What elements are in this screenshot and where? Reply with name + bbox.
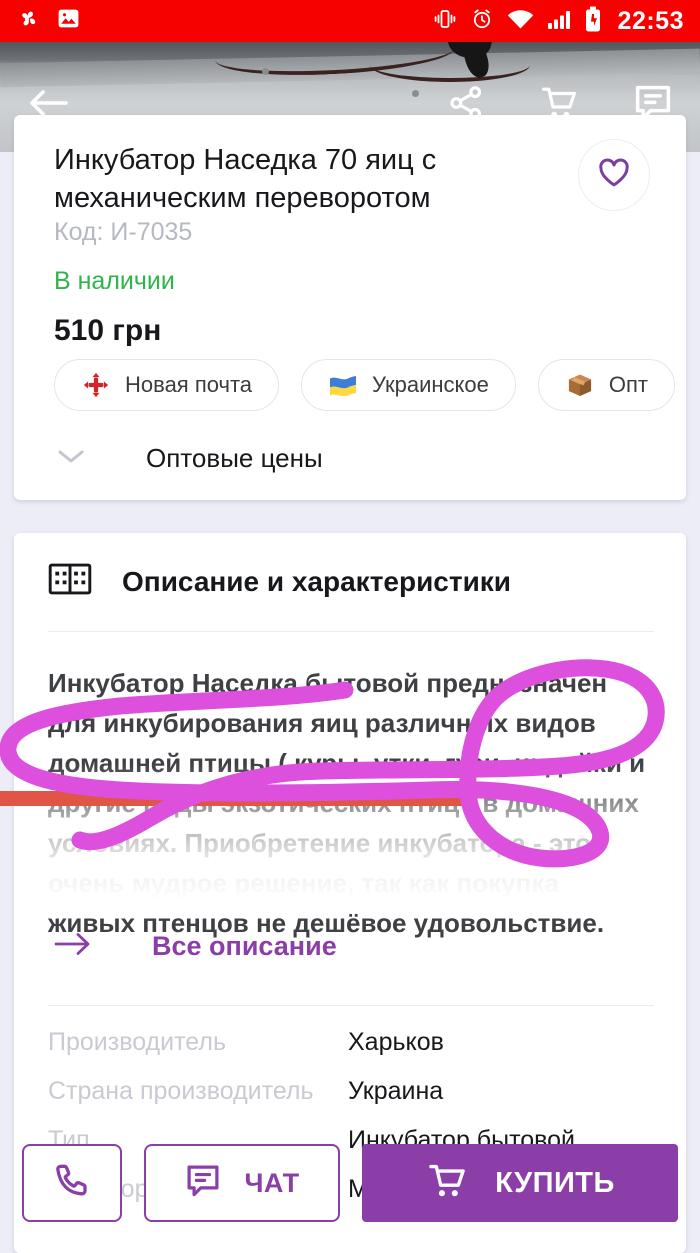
status-bar-clock: 22:53 bbox=[617, 6, 684, 35]
spec-key: Страна производитель bbox=[48, 1077, 314, 1105]
wifi-icon bbox=[507, 8, 534, 35]
ukraine-flag-icon bbox=[328, 370, 358, 400]
chat-button[interactable] bbox=[632, 82, 674, 129]
divider bbox=[48, 1005, 654, 1006]
pinwheel-icon bbox=[16, 6, 42, 37]
description-line: очень мудрое решение, так как покупка bbox=[48, 868, 559, 898]
battery-charging-icon bbox=[585, 6, 601, 37]
top-toolbar bbox=[0, 74, 700, 136]
status-bar-right: 22:53 bbox=[433, 6, 684, 37]
table-row: Страна производитель Украина bbox=[48, 1077, 668, 1126]
full-description-link[interactable]: Все описание bbox=[54, 931, 337, 962]
feature-chips: Новая почта Украинское Опт bbox=[54, 359, 700, 411]
description-header: Описание и характеристики bbox=[48, 561, 511, 602]
chip-label: Украинское bbox=[372, 372, 489, 397]
chat-bubble-icon bbox=[184, 1162, 222, 1205]
product-card: Инкубатор Наседка 70 яиц с механическим … bbox=[14, 115, 686, 500]
description-line: домашней птицы ( куры, утки, гуси, индей… bbox=[48, 748, 646, 778]
spec-key: Производитель bbox=[48, 1028, 226, 1056]
signal-icon bbox=[547, 8, 572, 35]
table-row: Производитель Харьков bbox=[48, 1028, 668, 1077]
description-line: Инкубатор Наседка бытовой предназначен bbox=[48, 668, 608, 698]
vibrate-icon bbox=[433, 7, 457, 36]
bottom-action-bar: ЧАТ КУПИТЬ bbox=[0, 1134, 700, 1244]
back-button[interactable] bbox=[26, 83, 72, 128]
box-icon bbox=[565, 370, 595, 400]
annotation-red-line bbox=[0, 791, 466, 806]
spec-value: Украина bbox=[348, 1077, 444, 1105]
phone-icon bbox=[52, 1161, 92, 1206]
share-button[interactable] bbox=[446, 83, 486, 128]
share-icon bbox=[446, 83, 486, 128]
divider bbox=[48, 631, 654, 632]
cart-button[interactable] bbox=[538, 82, 580, 129]
buy-button[interactable]: КУПИТЬ bbox=[362, 1144, 678, 1222]
chip-nova-poshta[interactable]: Новая почта bbox=[54, 359, 280, 411]
chip-ukrainian[interactable]: Украинское bbox=[301, 359, 516, 411]
buy-button-label: КУПИТЬ bbox=[495, 1166, 615, 1199]
wholesale-prices-label: Оптовые цены bbox=[146, 442, 323, 473]
alarm-icon bbox=[470, 7, 494, 36]
chip-label: Новая почта bbox=[125, 372, 253, 397]
availability-status: В наличии bbox=[54, 267, 175, 295]
full-description-label: Все описание bbox=[152, 931, 337, 961]
description-line: условиях. Приобретение инкубатора - это bbox=[48, 828, 592, 858]
cart-icon bbox=[425, 1159, 469, 1208]
product-title: Инкубатор Наседка 70 яиц с механическим … bbox=[54, 144, 437, 214]
gallery-icon bbox=[56, 6, 81, 36]
nova-poshta-icon bbox=[81, 370, 111, 400]
call-button[interactable] bbox=[22, 1144, 122, 1222]
chevron-down-icon bbox=[54, 445, 88, 472]
description-line: для инкубирования яиц различных видов bbox=[48, 708, 596, 738]
heart-icon bbox=[597, 157, 631, 194]
description-title: Описание и характеристики bbox=[122, 565, 512, 597]
product-price: 510 грн bbox=[54, 314, 162, 347]
chip-label: Опт bbox=[608, 372, 648, 397]
chat-action-button[interactable]: ЧАТ bbox=[144, 1144, 340, 1222]
chip-wholesale[interactable]: Опт bbox=[537, 359, 675, 411]
product-code: Код: И-7035 bbox=[54, 218, 193, 246]
favorite-button[interactable] bbox=[578, 139, 650, 211]
arrow-right-icon bbox=[54, 931, 94, 962]
status-bar-left bbox=[16, 6, 81, 37]
status-bar: 22:53 bbox=[0, 0, 700, 42]
spec-value: Харьков bbox=[348, 1028, 444, 1056]
back-arrow-icon bbox=[26, 83, 72, 128]
chat-icon bbox=[632, 82, 674, 129]
wholesale-prices-row[interactable]: Оптовые цены bbox=[54, 431, 654, 485]
cart-icon bbox=[538, 82, 580, 129]
toolbar-actions bbox=[446, 82, 674, 129]
book-icon bbox=[48, 561, 92, 602]
chat-action-label: ЧАТ bbox=[244, 1167, 300, 1198]
